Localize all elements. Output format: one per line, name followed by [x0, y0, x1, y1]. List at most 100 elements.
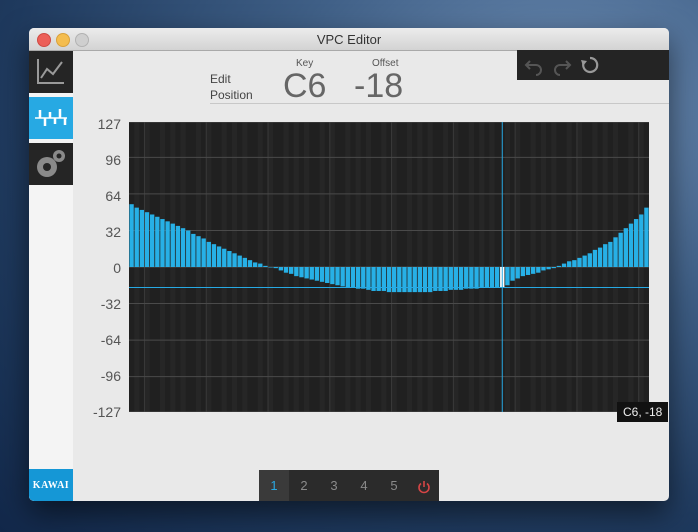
reset-icon	[581, 56, 599, 74]
bar	[407, 267, 412, 293]
bar	[366, 267, 371, 290]
bar	[505, 267, 510, 286]
bar	[494, 267, 500, 288]
bar	[417, 267, 423, 293]
bar	[520, 267, 526, 277]
bar	[428, 267, 433, 293]
sidebar-item-key-editor[interactable]	[29, 97, 73, 139]
bar	[577, 257, 582, 267]
bar	[237, 255, 242, 267]
bar	[139, 209, 145, 267]
key-value: C6	[283, 67, 327, 105]
preset-pager: 1 2 3 4 5	[259, 470, 439, 501]
bar	[464, 267, 469, 289]
bar	[170, 223, 175, 267]
bar	[628, 223, 634, 267]
bar	[232, 253, 237, 267]
undo-button[interactable]	[523, 54, 545, 76]
bar	[309, 267, 314, 280]
bar	[386, 267, 392, 293]
bar	[227, 251, 232, 267]
bar	[412, 267, 417, 293]
edit-toolbar	[517, 50, 669, 80]
bar	[129, 204, 134, 267]
bar	[546, 267, 551, 270]
kawai-logo: KAWAI	[29, 469, 73, 501]
bar	[422, 267, 428, 293]
bar	[453, 267, 459, 290]
bar	[556, 265, 562, 267]
bar	[211, 244, 217, 267]
bar	[340, 267, 345, 287]
bar	[330, 267, 335, 285]
bar	[391, 267, 397, 293]
bar	[175, 225, 181, 267]
bar	[639, 214, 644, 267]
bar	[597, 247, 603, 267]
bar	[155, 216, 160, 267]
bar	[294, 267, 299, 277]
page-button-5[interactable]: 5	[379, 470, 409, 501]
bar	[567, 261, 572, 267]
y-tick-label: 96	[105, 152, 121, 168]
bar	[206, 241, 211, 267]
page-button-4[interactable]: 4	[349, 470, 379, 501]
bar	[603, 244, 608, 267]
page-button-1[interactable]: 1	[259, 470, 289, 501]
offset-chart[interactable]: C6, -18	[129, 121, 669, 422]
bar	[299, 267, 304, 278]
bar	[458, 267, 464, 290]
bar	[165, 221, 170, 267]
bar	[515, 267, 520, 279]
bar	[144, 212, 150, 267]
page-button-2[interactable]: 2	[289, 470, 319, 501]
y-tick-label: -96	[100, 368, 121, 384]
power-button[interactable]	[409, 470, 439, 501]
window-title: VPC Editor	[316, 32, 382, 47]
bar	[484, 267, 489, 288]
bar	[289, 267, 294, 274]
bar	[314, 267, 320, 281]
redo-icon	[554, 60, 572, 76]
y-tick-label: 127	[97, 116, 121, 132]
bar	[644, 207, 649, 267]
bar	[623, 228, 629, 267]
sidebar-item-graph[interactable]	[29, 51, 73, 93]
y-tick-label: 64	[105, 188, 121, 204]
y-tick-label: -64	[100, 332, 121, 348]
vpc-editor-window: VPC Editor KAWAI Edit Position Key C6 Of…	[29, 28, 669, 501]
bar	[633, 219, 639, 267]
reset-button[interactable]	[579, 54, 601, 76]
bar	[350, 267, 356, 288]
bar	[134, 207, 139, 267]
bar	[222, 248, 227, 267]
bar	[525, 267, 531, 275]
bar	[572, 260, 577, 267]
bar	[216, 246, 222, 267]
offset-chart-svg[interactable]	[129, 121, 649, 413]
redo-button[interactable]	[551, 54, 573, 76]
sidebar-item-settings[interactable]	[29, 143, 73, 185]
bar	[541, 267, 546, 271]
bar	[278, 267, 284, 271]
y-tick-label: 32	[105, 224, 121, 240]
bar	[196, 236, 201, 267]
bar	[489, 267, 495, 288]
bar	[551, 267, 556, 269]
bar	[530, 267, 536, 274]
bar	[242, 257, 248, 267]
bar	[304, 267, 309, 279]
bar	[469, 267, 474, 289]
bar	[361, 267, 366, 289]
bar	[561, 263, 567, 267]
bar	[325, 267, 330, 283]
bar	[402, 267, 407, 293]
bar	[149, 214, 155, 267]
power-icon	[418, 480, 430, 493]
bar	[587, 253, 592, 267]
bar	[397, 267, 402, 293]
y-tick-label: 0	[113, 260, 121, 276]
undo-icon	[524, 60, 542, 76]
page-button-3[interactable]: 3	[319, 470, 349, 501]
title-bar: VPC Editor	[29, 28, 669, 51]
